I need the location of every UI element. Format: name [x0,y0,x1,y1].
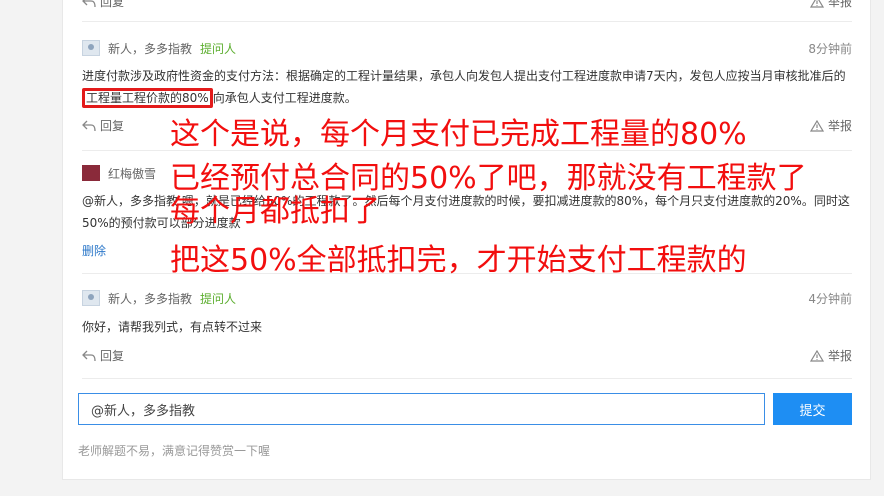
warning-icon [809,349,824,362]
reward-note: 老师解题不易，满意记得赞赏一下喔 [78,444,271,458]
reply-icon [82,120,96,131]
annotation-line: 把这50%全部抵扣完，才开始支付工程款的 [170,243,747,278]
timestamp: 4分钟前 [808,292,852,306]
divider [82,378,852,379]
reply-icon [82,350,96,361]
reply-label: 回复 [100,119,125,133]
annotation-line: 已经预付总合同的50%了吧，那就没有工程款了 [170,161,807,196]
comment-header: 新人，多多指教 提问人 4分钟前 [82,288,852,308]
reply-label: 回复 [100,0,125,9]
username[interactable]: 红梅傲雪 [108,165,156,182]
comment-text-part: 向承包人支付工程进度款。 [212,91,357,105]
reply-button[interactable]: 回复 [82,117,124,134]
warning-icon [809,0,824,8]
annotation-line: 每个月都抵扣了 [170,194,380,229]
reply-input[interactable] [78,393,765,425]
delete-link[interactable]: 删除 [82,242,106,259]
comment-text-part: 进度付款涉及政府性资金的支付方法：根据确定的工程计量结果，承包人向发包人提出支付… [82,69,846,83]
report-label: 举报 [827,0,852,9]
reply-icon [82,0,96,7]
submit-button[interactable]: 提交 [773,393,852,425]
reply-button[interactable]: 回复 [82,347,124,364]
avatar[interactable] [82,290,100,306]
username[interactable]: 新人，多多指教 [108,290,192,307]
reply-button[interactable]: 回复 [82,0,124,10]
report-button[interactable]: 举报 [809,117,852,134]
comment-header: 新人，多多指教 提问人 8分钟前 [82,38,852,58]
asker-badge: 提问人 [200,291,237,306]
asker-badge: 提问人 [200,41,237,56]
comment-actions: 回复 举报 [82,347,852,367]
report-label: 举报 [827,119,852,133]
top-actions: 回复 举报 [82,0,852,13]
annotation-line: 这个是说，每个月支付已完成工程量的80% [170,117,747,152]
comment-text: 进度付款涉及政府性资金的支付方法：根据确定的工程计量结果，承包人向发包人提出支付… [82,65,852,109]
avatar[interactable] [82,165,100,181]
timestamp: 8分钟前 [808,42,852,56]
avatar[interactable] [82,40,100,56]
comment-text: 你好，请帮我列式，有点转不过来 [82,320,263,334]
report-label: 举报 [827,349,852,363]
divider [82,21,852,22]
highlight-box: 工程量工程价款的80% [82,88,213,108]
report-button[interactable]: 举报 [809,347,852,364]
warning-icon [809,119,824,132]
reply-label: 回复 [100,349,125,363]
username[interactable]: 新人，多多指教 [108,40,192,57]
report-button[interactable]: 举报 [809,0,852,10]
